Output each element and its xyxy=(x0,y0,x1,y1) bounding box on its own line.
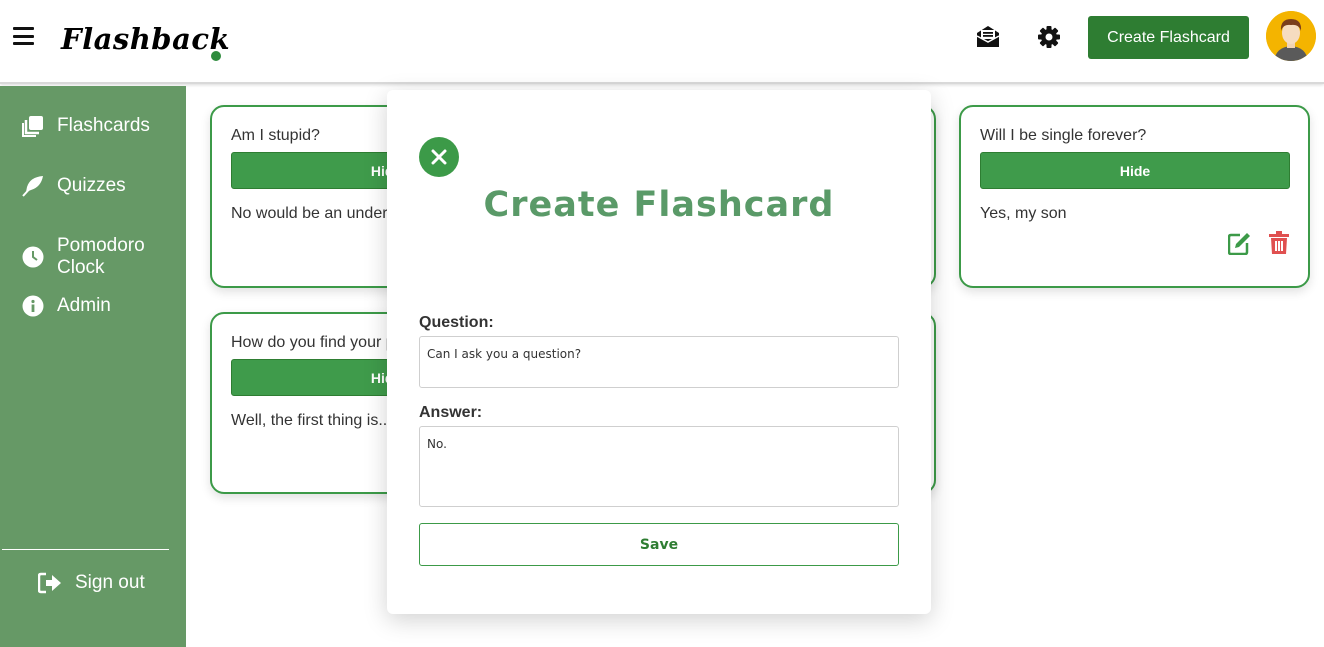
sidebar-item-admin[interactable]: Admin xyxy=(22,295,111,317)
flashcard-question: Am I stupid? xyxy=(231,127,320,144)
app-logo[interactable]: Flashback xyxy=(61,22,230,56)
create-flashcard-button[interactable]: Create Flashcard xyxy=(1088,16,1249,59)
flashcard-question: Will I be single forever? xyxy=(980,127,1147,144)
sidebar-item-pomodoro-clock[interactable]: Pomodoro Clock xyxy=(22,235,167,279)
close-icon[interactable] xyxy=(419,137,459,177)
sidebar-item-label: Quizzes xyxy=(57,175,126,196)
hide-answer-button[interactable]: Hide xyxy=(980,152,1290,189)
sidebar-item-quizzes[interactable]: Quizzes xyxy=(22,175,126,197)
sidebar: Flashcards Quizzes Pomodoro Clock Admin … xyxy=(0,86,186,647)
sidebar-item-flashcards[interactable]: Flashcards xyxy=(22,115,150,137)
sign-out-button[interactable]: Sign out xyxy=(37,572,145,594)
top-header: Flashback Create Flashcard xyxy=(0,0,1324,84)
logo-dot xyxy=(211,51,221,61)
info-icon xyxy=(22,295,44,317)
answer-field[interactable]: No. xyxy=(419,426,899,507)
sign-out-label: Sign out xyxy=(75,572,145,593)
gear-icon[interactable] xyxy=(1036,24,1062,50)
feather-icon xyxy=(22,175,44,197)
flashcard-answer: No would be an under xyxy=(231,205,388,222)
sidebar-item-label: Pomodoro Clock xyxy=(57,235,145,278)
flashcard: Will I be single forever? Hide Yes, my s… xyxy=(959,105,1310,288)
sidebar-divider xyxy=(2,549,169,550)
flashcard-answer: Well, the first thing is... xyxy=(231,412,392,429)
modal-title: Create Flashcard xyxy=(483,185,835,225)
question-label: Question: xyxy=(419,314,494,331)
inbox-icon[interactable] xyxy=(975,24,1001,50)
sidebar-item-label: Admin xyxy=(57,295,111,316)
sidebar-item-label: Flashcards xyxy=(57,115,150,136)
edit-icon[interactable] xyxy=(1227,231,1250,256)
answer-label: Answer: xyxy=(419,404,483,421)
create-flashcard-modal: Create Flashcard Question: Can I ask you… xyxy=(387,90,931,614)
sign-out-icon xyxy=(37,572,62,594)
menu-icon[interactable] xyxy=(13,27,34,45)
question-field[interactable]: Can I ask you a question? xyxy=(419,336,899,388)
clock-icon xyxy=(22,246,44,268)
delete-icon[interactable] xyxy=(1268,231,1290,255)
flashcard-answer: Yes, my son xyxy=(980,205,1067,222)
avatar[interactable] xyxy=(1266,11,1316,61)
cards-icon xyxy=(22,115,44,137)
flashcard-question: How do you find your p xyxy=(231,334,395,351)
card-actions xyxy=(1227,231,1290,256)
save-button[interactable]: Save xyxy=(419,523,899,566)
